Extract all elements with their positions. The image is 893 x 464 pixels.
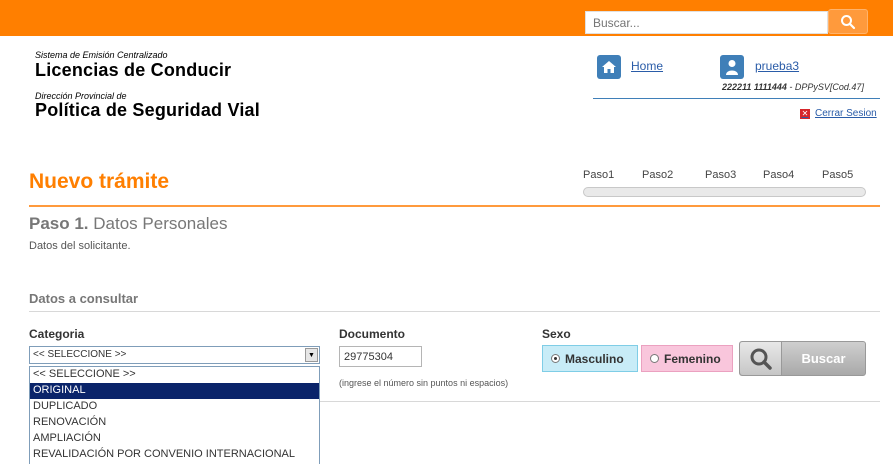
form-divider [320,401,880,402]
title-divider [29,205,880,207]
step-1: Paso1 [583,169,615,181]
sexo-femenino-option[interactable]: Femenino [641,345,733,372]
user-icon [720,55,744,79]
categoria-select[interactable]: << SELECCIONE >> ▼ [29,346,320,364]
femenino-label: Femenino [664,351,721,366]
user-name-link[interactable]: prueba3 [755,59,799,73]
system-subtitle: Sistema de Emisión Centralizado [35,50,168,60]
user-id: 222211 1111444 [722,82,787,92]
masculino-label: Masculino [565,351,624,366]
dropdown-option[interactable]: REVALIDACIÓN POR CONVENIO INTERNACIONAL [30,447,319,463]
section-title: Datos a consultar [29,291,139,306]
sexo-label: Sexo [542,327,571,341]
categoria-label: Categoria [29,327,85,341]
buscar-label: Buscar [801,351,846,366]
dropdown-option[interactable]: << SELECCIONE >> [30,367,319,383]
department-title: Política de Seguridad Vial [35,100,260,120]
search-button[interactable] [828,9,868,34]
step-heading: Paso 1. Datos Personales [29,214,227,234]
search-input[interactable] [585,11,828,34]
dropdown-option-highlighted[interactable]: ORIGINAL [30,383,319,399]
logout-label: Cerrar Sesion [815,108,877,119]
user-meta: 222211 1111444 - DPPySV[Cod.47] [722,82,864,92]
step-5: Paso5 [822,169,854,181]
documento-input[interactable] [339,346,422,367]
product-title: Licencias de Conducir [35,60,232,80]
step-progress: Paso1 Paso2 Paso3 Paso4 Paso5 [583,169,873,199]
step-progress-bar [583,187,866,197]
dropdown-option[interactable]: DUPLICADO [30,399,319,415]
chevron-down-icon[interactable]: ▼ [305,348,318,362]
documento-label: Documento [339,327,405,341]
logout-link[interactable]: ✕ Cerrar Sesion [800,108,877,119]
masculino-radio[interactable] [551,354,560,363]
femenino-radio[interactable] [650,354,659,363]
step-4: Paso4 [763,169,795,181]
dropdown-option[interactable]: AMPLIACIÓN [30,431,319,447]
step-2: Paso2 [642,169,674,181]
search-icon [841,14,856,29]
step-3: Paso3 [705,169,737,181]
search-icon [740,342,782,375]
dropdown-option[interactable]: RENOVACIÓN [30,415,319,431]
sexo-masculino-option[interactable]: Masculino [542,345,638,372]
documento-hint: (ingrese el número sin puntos ni espacio… [339,378,509,388]
categoria-selected-value: << SELECCIONE >> [33,349,127,360]
home-link[interactable]: Home [631,59,663,73]
close-icon: ✕ [800,108,810,119]
user-divider [593,98,880,99]
buscar-button[interactable]: Buscar [739,341,866,376]
section-divider [29,311,880,312]
categoria-dropdown: << SELECCIONE >> ORIGINAL DUPLICADO RENO… [29,366,320,464]
user-org: - DPPySV[Cod.47] [786,82,864,92]
page-title: Nuevo trámite [29,170,170,193]
home-icon[interactable] [597,55,621,79]
step-heading-text: Datos Personales [88,214,228,233]
step-heading-number: Paso 1. [29,214,89,233]
step-description: Datos del solicitante. [29,240,131,252]
